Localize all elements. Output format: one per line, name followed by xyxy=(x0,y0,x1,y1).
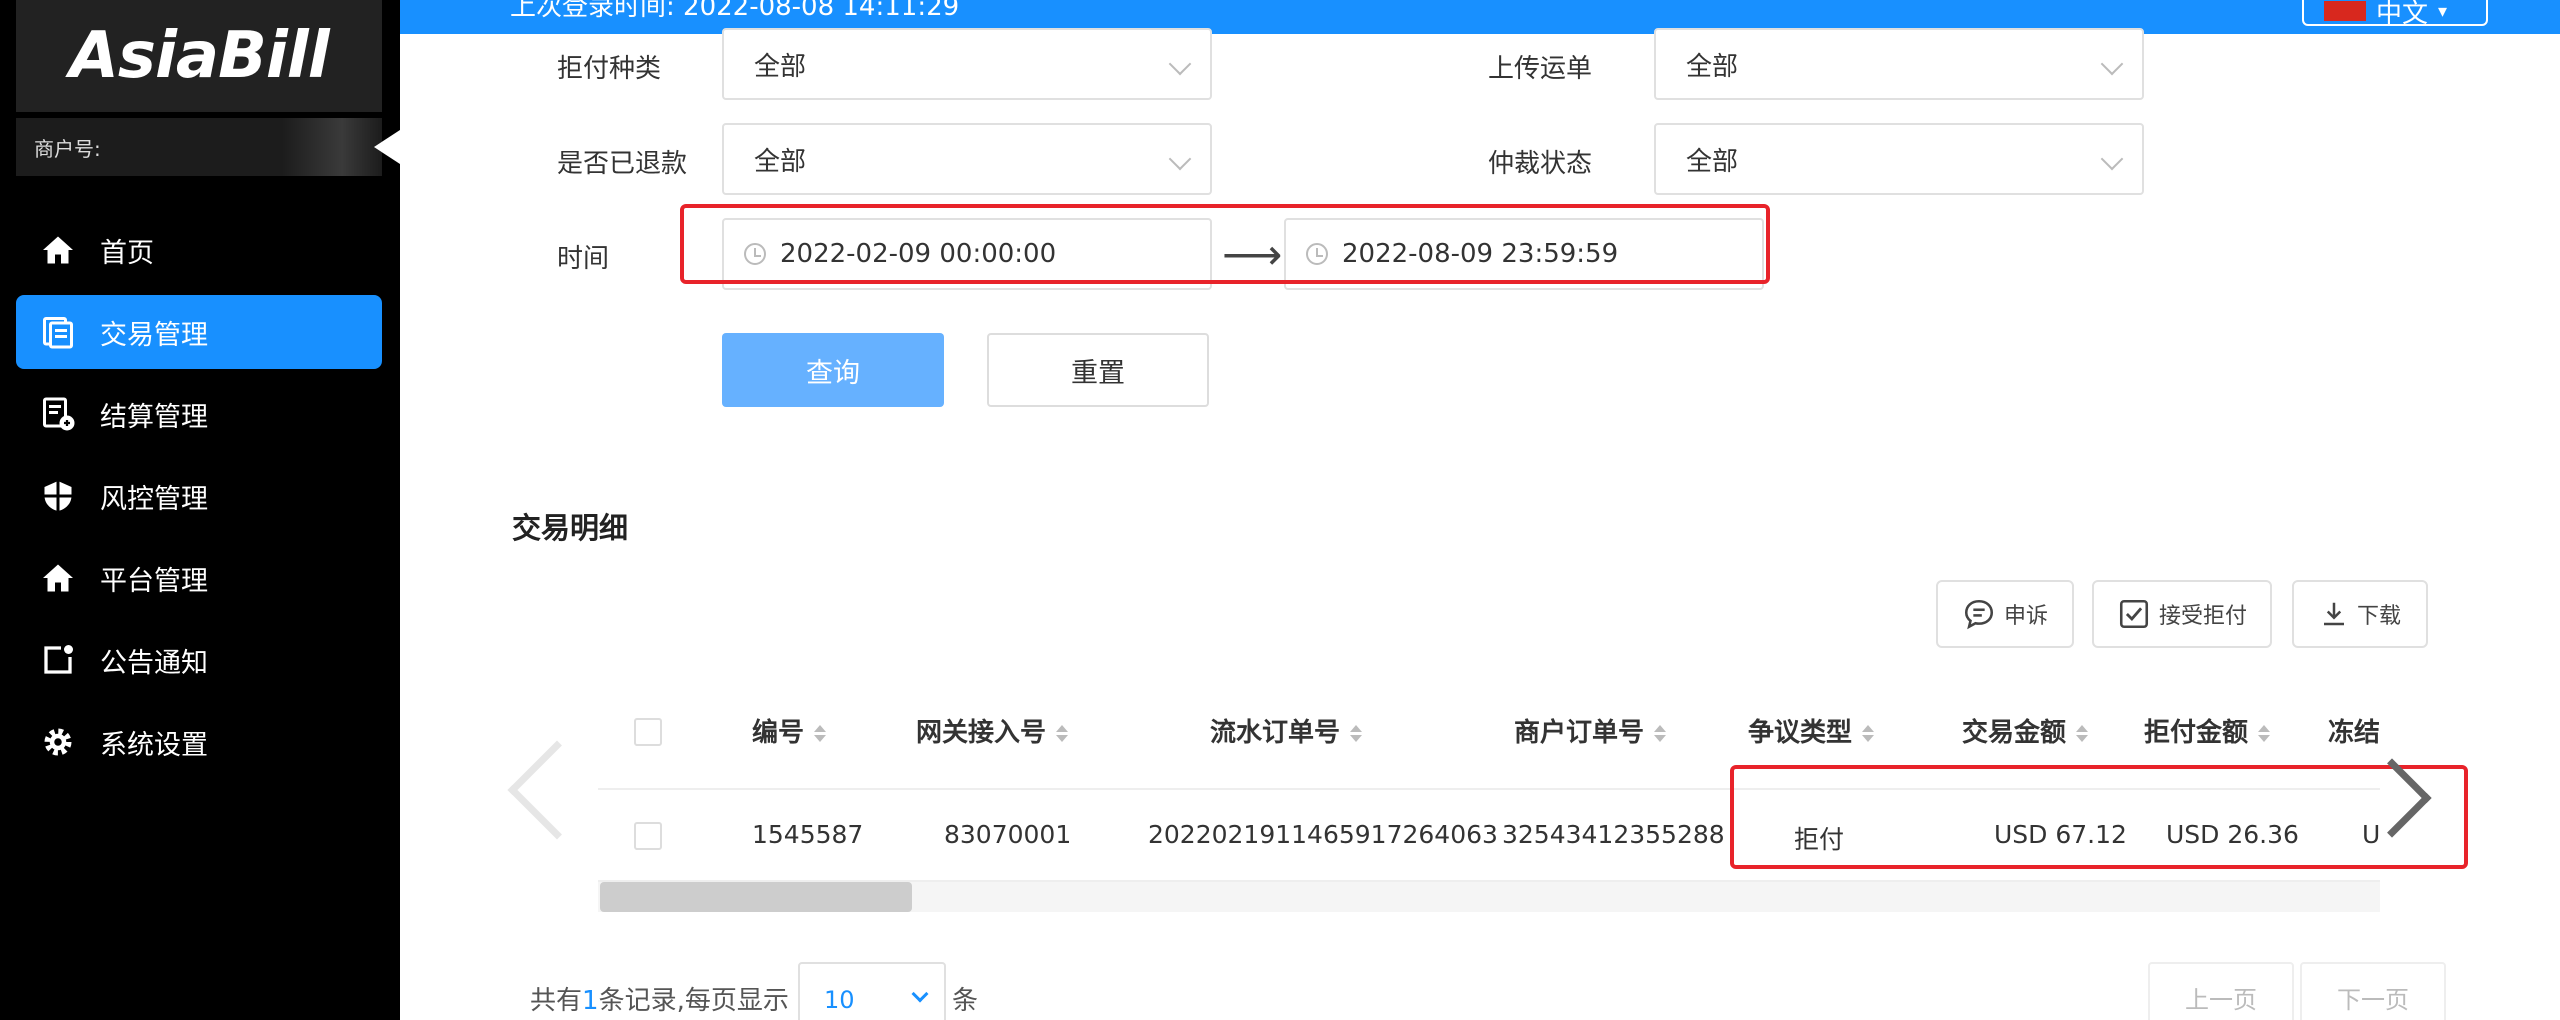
refunded-label: 是否已退款 xyxy=(557,149,688,179)
download-button[interactable]: 下载 xyxy=(2292,580,2428,648)
sidebar-item-announcements[interactable]: 公告通知 xyxy=(16,623,382,697)
sort-icon[interactable] xyxy=(814,724,827,743)
logo-text: AsiaBill xyxy=(69,19,329,93)
chevron-down-icon xyxy=(1168,52,1192,76)
chargeback-type-select[interactable]: 全部 xyxy=(722,28,1212,100)
appeal-button[interactable]: 申诉 xyxy=(1936,580,2074,648)
reset-button[interactable]: 重置 xyxy=(987,333,1209,407)
sidebar-item-settings[interactable]: 系统设置 xyxy=(16,705,382,779)
column-header-frozen: 冻结 xyxy=(2328,718,2381,748)
appeal-label: 申诉 xyxy=(2003,604,2048,629)
notification-icon xyxy=(38,640,78,680)
sort-icon[interactable] xyxy=(2076,724,2089,743)
pagination-summary: 共有1条记录,每页显示 xyxy=(530,986,789,1016)
prev-page-button[interactable]: 上一页 xyxy=(2148,962,2294,1020)
merchant-label: 商户号: xyxy=(34,136,101,161)
chargeback-type-label: 拒付种类 xyxy=(557,54,662,84)
scrollbar-thumb[interactable] xyxy=(600,882,912,912)
sort-icon[interactable] xyxy=(1862,724,1875,743)
highlight-amounts xyxy=(1730,765,2468,869)
chevron-down-icon xyxy=(1168,147,1192,171)
last-login-text: 上次登录时间: 2022-08-08 14:11:29 xyxy=(510,0,960,22)
sidebar-item-label: 系统设置 xyxy=(100,729,208,761)
shield-icon xyxy=(38,476,78,516)
sidebar-item-risk-control[interactable]: 风控管理 xyxy=(16,459,382,533)
sidebar-item-label: 风控管理 xyxy=(100,483,208,515)
chevron-left-icon[interactable] xyxy=(507,740,607,840)
home-icon xyxy=(38,230,78,270)
cell-gateway-no: 83070001 xyxy=(944,820,1072,849)
column-header-chargeback-amount[interactable]: 拒付金额 xyxy=(2144,712,2271,749)
sidebar-nav: 首页 交易管理 结算管理 风控管理 平台管理 公告通知 系统设置 xyxy=(16,213,382,787)
upload-waybill-select[interactable]: 全部 xyxy=(1654,28,2144,100)
chevron-down-icon xyxy=(911,985,929,1003)
sidebar-item-label: 交易管理 xyxy=(100,319,208,351)
cell-merchant-order-no: 32543412355288 xyxy=(1502,820,1725,849)
refunded-select[interactable]: 全部 xyxy=(722,123,1212,195)
document-icon xyxy=(38,312,78,352)
column-header-merchant-order-no[interactable]: 商户订单号 xyxy=(1514,712,1667,749)
upload-waybill-label: 上传运单 xyxy=(1488,54,1593,84)
download-label: 下载 xyxy=(2356,604,2401,629)
logo: AsiaBill xyxy=(16,0,382,112)
sidebar-item-label: 结算管理 xyxy=(100,401,208,433)
sidebar-item-label: 公告通知 xyxy=(100,647,208,679)
sidebar-item-platform[interactable]: 平台管理 xyxy=(16,541,382,615)
row-checkbox[interactable] xyxy=(634,822,662,850)
sidebar-item-home[interactable]: 首页 xyxy=(16,213,382,287)
merchant-info: 商户号: xyxy=(16,118,382,176)
sidebar-collapse-icon[interactable] xyxy=(374,130,400,164)
next-page-button[interactable]: 下一页 xyxy=(2300,962,2446,1020)
column-header-gateway-no[interactable]: 网关接入号 xyxy=(916,712,1069,749)
column-header-serial-no[interactable]: 流水订单号 xyxy=(1210,712,1363,749)
chevron-down-icon xyxy=(2100,147,2124,171)
section-title: 交易明细 xyxy=(512,511,629,545)
select-value: 全部 xyxy=(1686,51,1739,82)
column-header-dispute-type[interactable]: 争议类型 xyxy=(1748,712,1875,749)
accept-chargeback-label: 接受拒付 xyxy=(2158,604,2247,629)
page-size-value: 10 xyxy=(824,986,855,1014)
page-size-select[interactable]: 10 xyxy=(798,962,946,1020)
gear-icon xyxy=(38,722,78,762)
column-header-trade-amount[interactable]: 交易金额 xyxy=(1962,712,2089,749)
sidebar-item-settlement[interactable]: 结算管理 xyxy=(16,377,382,451)
sidebar-item-label: 首页 xyxy=(100,237,154,269)
merchant-id-redacted xyxy=(282,118,382,176)
download-icon xyxy=(2323,602,2344,626)
sidebar-item-label: 平台管理 xyxy=(100,565,208,597)
sidebar-item-transactions[interactable]: 交易管理 xyxy=(16,295,382,369)
query-button[interactable]: 查询 xyxy=(722,333,944,407)
language-switcher[interactable]: 中文 ▾ xyxy=(2302,0,2488,29)
highlight-date-range xyxy=(680,204,1770,284)
arbitration-status-select[interactable]: 全部 xyxy=(1654,123,2144,195)
arbitration-status-label: 仲裁状态 xyxy=(1488,149,1593,179)
sort-icon[interactable] xyxy=(1350,724,1363,743)
language-label: 中文 xyxy=(2376,0,2429,29)
home-icon xyxy=(38,558,78,598)
sort-icon[interactable] xyxy=(1056,724,1069,743)
select-value: 全部 xyxy=(754,51,807,82)
chevron-down-icon xyxy=(2100,52,2124,76)
sort-icon[interactable] xyxy=(1654,724,1667,743)
accept-chargeback-button[interactable]: 接受拒付 xyxy=(2092,580,2272,648)
chevron-down-icon: ▾ xyxy=(2438,0,2448,22)
pagination-suffix: 条 xyxy=(952,986,979,1016)
cell-id: 1545587 xyxy=(752,820,864,849)
select-all-checkbox[interactable] xyxy=(634,718,662,746)
flag-icon xyxy=(2324,1,2366,21)
time-label: 时间 xyxy=(557,244,610,274)
cell-serial-no: 2022021911465917264063 xyxy=(1148,820,1498,849)
sidebar: AsiaBill 商户号: 首页 交易管理 结算管理 风控管理 平台管理 公告通… xyxy=(0,0,400,1020)
select-value: 全部 xyxy=(754,146,807,177)
checkbox-icon xyxy=(2119,599,2149,629)
select-value: 全部 xyxy=(1686,146,1739,177)
column-header-id[interactable]: 编号 xyxy=(752,712,827,749)
chat-icon xyxy=(1964,599,1994,630)
sort-icon[interactable] xyxy=(2258,724,2271,743)
settlement-icon xyxy=(38,394,78,434)
